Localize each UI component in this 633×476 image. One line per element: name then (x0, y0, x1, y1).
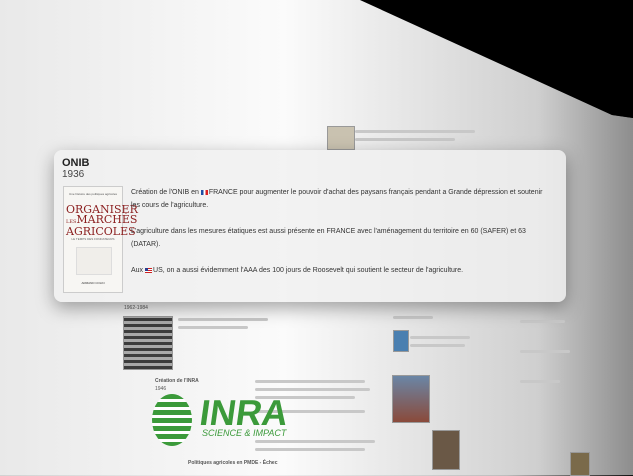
book-title: ORGANISER LESMARCHÉS AGRICOLES (66, 203, 138, 238)
event-title: ONIB (62, 157, 90, 169)
book-illustration (76, 247, 112, 275)
background-thumbnail (392, 375, 430, 423)
background-text-line (255, 380, 365, 383)
background-text-line (355, 138, 455, 141)
background-text-line (410, 336, 470, 339)
background-text-line (520, 320, 565, 323)
event-year: 1936 (62, 169, 85, 180)
background-text-line (355, 130, 475, 133)
background-thumbnail (432, 430, 460, 470)
background-text-line (255, 448, 365, 451)
background-thumbnail (327, 126, 355, 150)
book-subtitle: LE TEMPS DES FONDATEURS (71, 237, 115, 241)
background-thumbnail (123, 316, 173, 370)
background-heading: Création de l'INRA (155, 378, 199, 384)
background-heading: Politiques agricoles en PMDE - Échec (188, 460, 278, 466)
france-flag-icon (200, 189, 208, 195)
background-date: 1962-1984 (124, 305, 148, 311)
background-text-line (393, 316, 433, 319)
background-text-line (520, 350, 570, 353)
event-paragraph: Aux US, on a aussi évidemment l'AAA des … (131, 267, 464, 274)
event-paragraph: L'agriculture dans les mesures étatiques… (131, 228, 526, 248)
background-text-line (410, 344, 465, 347)
background-text-line (255, 388, 370, 391)
timeline-event-card[interactable]: ONIB 1936 Une histoire des politiques ag… (54, 150, 566, 302)
book-cover-image: Une histoire des politiques agricoles OR… (63, 186, 138, 293)
background-text-line (178, 326, 248, 329)
background-text-line (520, 380, 560, 383)
inra-globe-icon (152, 394, 192, 446)
background-thumbnail (570, 452, 590, 476)
background-text-line (178, 318, 268, 321)
book-series: Une histoire des politiques agricoles (68, 192, 118, 196)
inra-tagline: SCIENCE & IMPACT (202, 428, 287, 438)
us-flag-icon (145, 267, 153, 273)
event-description: Création de l'ONIB en FRANCE pour augmen… (131, 186, 551, 290)
background-thumbnail (393, 330, 409, 352)
event-paragraph: Création de l'ONIB en FRANCE pour augmen… (131, 189, 543, 209)
background-text-line (255, 440, 375, 443)
background-year: 1946 (155, 386, 167, 392)
book-publisher: ARMAND COLIN (81, 281, 105, 285)
